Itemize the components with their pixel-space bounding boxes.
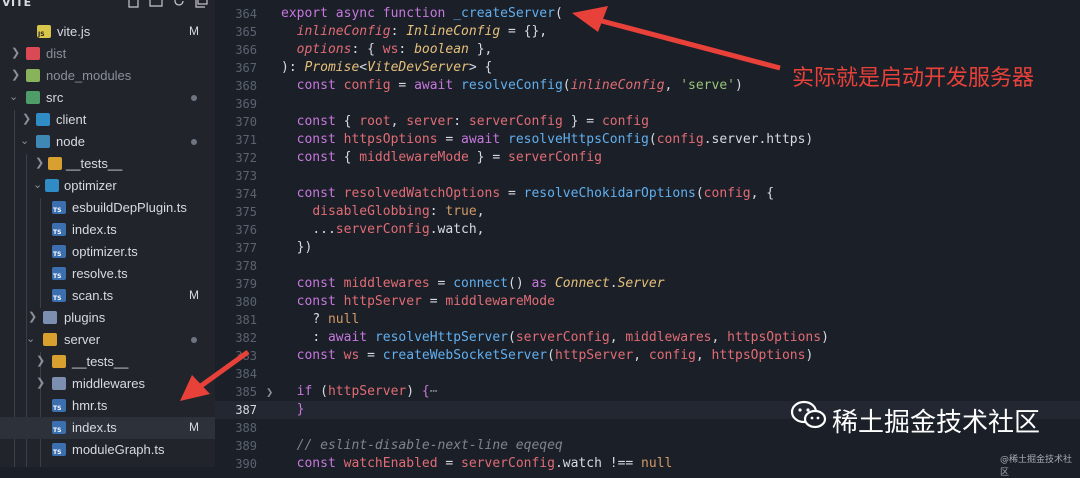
wechat-logo-icon [790,400,828,430]
watermark-small-text: @稀土掘金技术社区 [1000,455,1073,478]
callout-text: 实际就是启动开发服务器 [792,66,1035,91]
watermark-text: 稀土掘金技术社区 [832,408,1041,438]
arrow-to-index-file [180,349,250,401]
arrow-to-function [572,6,781,71]
